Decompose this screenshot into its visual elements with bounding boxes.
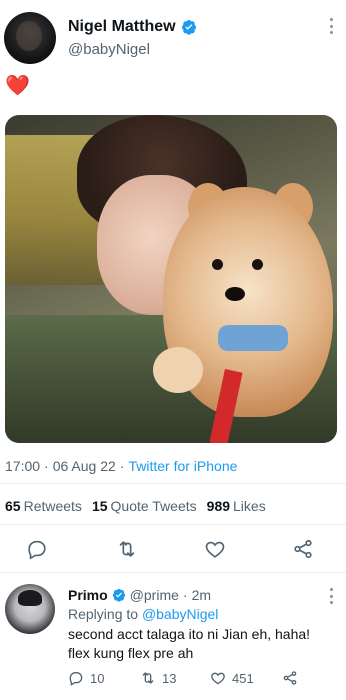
- author-name[interactable]: Nigel Matthew: [68, 18, 176, 36]
- reply-like-button[interactable]: 451: [210, 670, 254, 686]
- retweet-icon[interactable]: [116, 538, 138, 560]
- author-name-row[interactable]: Nigel Matthew: [68, 18, 197, 36]
- replying-to-label: Replying to: [68, 606, 139, 622]
- reply-text: second acct talaga ito ni Jian eh, haha!…: [68, 625, 338, 663]
- likes-stat[interactable]: 989 Likes: [207, 498, 266, 514]
- reply-reply-button[interactable]: 10: [68, 670, 104, 686]
- retweet-count: 13: [162, 670, 177, 686]
- tweet-text: ❤️: [5, 75, 30, 97]
- meta-separator: ·: [119, 458, 125, 474]
- reply-icon: [69, 672, 83, 686]
- reply-action-bar: 10 13 451: [0, 670, 346, 688]
- tweet-action-bar: [0, 538, 346, 560]
- replying-to-handle[interactable]: @babyNigel: [142, 606, 218, 622]
- share-icon[interactable]: [292, 538, 314, 560]
- reply-retweet-button[interactable]: 13: [140, 670, 176, 686]
- tweet-meta: 17:00 · 06 Aug 22 · Twitter for iPhone: [5, 458, 237, 474]
- reply-share-button[interactable]: [282, 670, 298, 686]
- divider: [0, 572, 346, 573]
- tweet-date: 06 Aug 22: [52, 458, 116, 474]
- reply-header: Primo @prime · 2m: [68, 587, 211, 603]
- tweet-source-link[interactable]: Twitter for iPhone: [128, 458, 237, 474]
- reply-separator: ·: [182, 587, 188, 603]
- retweet-icon: [142, 672, 154, 684]
- reply-count: 10: [90, 670, 105, 686]
- reply-text-line: flex kung flex pre ah: [68, 645, 194, 661]
- verified-badge-icon: [181, 20, 196, 35]
- divider: [0, 483, 346, 484]
- tweet-time: 17:00: [5, 458, 41, 474]
- like-count: 451: [232, 670, 254, 686]
- reply-author-avatar[interactable]: [5, 584, 55, 634]
- reply-time: 2m: [191, 587, 212, 603]
- like-icon: [211, 672, 225, 685]
- share-icon: [283, 671, 297, 685]
- more-options-icon[interactable]: [330, 18, 334, 34]
- reply-text-line: second acct talaga ito ni Jian eh, haha!: [68, 626, 311, 642]
- verified-badge-icon: [112, 588, 125, 602]
- retweets-stat[interactable]: 65 Retweets: [5, 498, 82, 514]
- tweet-photo[interactable]: [5, 115, 337, 443]
- replying-to: Replying to @babyNigel: [68, 606, 218, 622]
- reply-author-handle[interactable]: @prime: [130, 587, 179, 603]
- author-handle[interactable]: @babyNigel: [68, 41, 150, 58]
- tweet-stats: 65 Retweets 15 Quote Tweets 989 Likes: [5, 498, 266, 514]
- divider: [0, 524, 346, 525]
- author-avatar[interactable]: [4, 12, 56, 64]
- reply-icon[interactable]: [26, 538, 48, 560]
- quote-tweets-stat[interactable]: 15 Quote Tweets: [92, 498, 197, 514]
- reply-author-name[interactable]: Primo: [68, 587, 108, 603]
- like-icon[interactable]: [204, 538, 226, 560]
- reply-more-options-icon[interactable]: [330, 588, 334, 604]
- meta-separator: ·: [44, 458, 49, 474]
